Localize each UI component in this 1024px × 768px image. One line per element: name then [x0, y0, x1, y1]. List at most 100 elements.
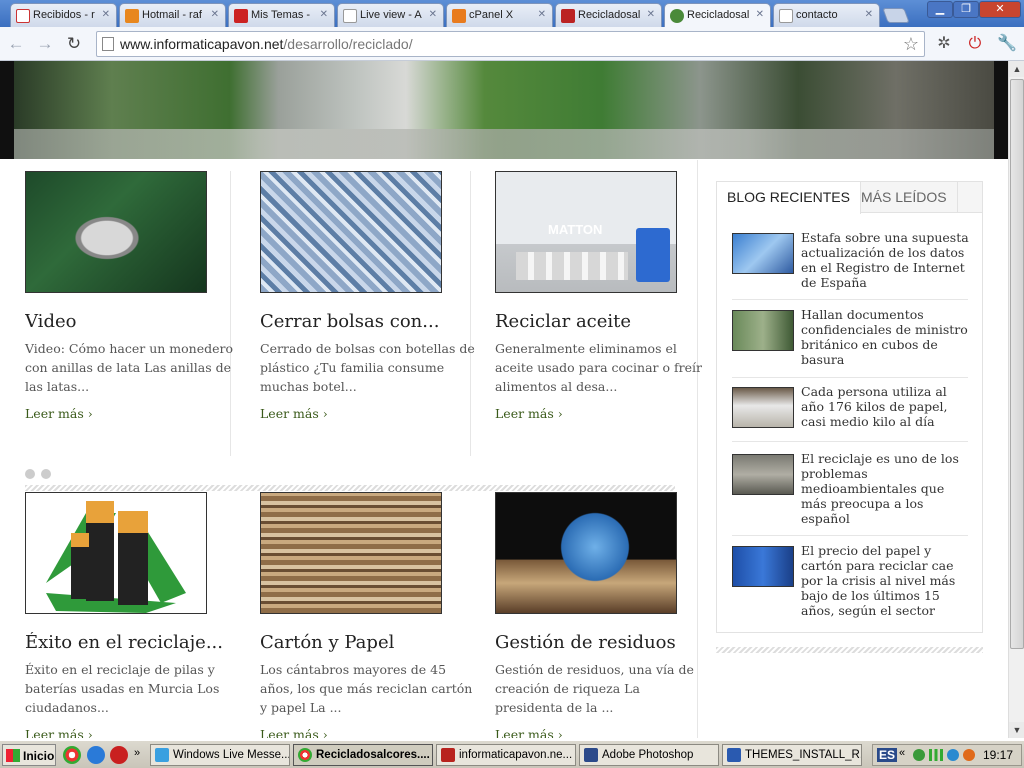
close-icon[interactable]: ✕	[756, 9, 764, 20]
carousel-dot[interactable]	[25, 469, 35, 479]
tab-hotmail[interactable]: Hotmail - raf ✕	[119, 3, 226, 27]
bookmark-star-icon[interactable]: ☆	[903, 32, 919, 56]
post-thumbnail[interactable]	[732, 454, 794, 495]
chrome-icon[interactable]	[63, 746, 81, 764]
network-icon[interactable]	[913, 749, 925, 761]
article-thumbnail[interactable]	[260, 492, 442, 614]
read-more-link[interactable]: Leer más ›	[25, 406, 93, 421]
tab-live-view[interactable]: Live view - A ✕	[337, 3, 444, 27]
post-thumbnail[interactable]	[732, 233, 794, 274]
article-title[interactable]: Cerrar bolsas con...	[260, 311, 475, 332]
tab-label: cPanel X	[469, 9, 514, 21]
article-title[interactable]: Cartón y Papel	[260, 632, 475, 653]
maximize-button[interactable]: ❐	[953, 1, 979, 18]
post-title[interactable]: El reciclaje es uno de los problemas med…	[801, 451, 971, 526]
close-icon[interactable]: ✕	[538, 9, 546, 20]
close-window-button[interactable]: ✕	[979, 1, 1021, 18]
tab-mas-leidos[interactable]: MÁS LEÍDOS	[851, 182, 958, 213]
taskbar-item[interactable]: informaticapavon.ne...	[436, 744, 576, 766]
close-icon[interactable]: ✕	[865, 9, 873, 20]
carousel-dot[interactable]	[41, 469, 51, 479]
read-more-link[interactable]: Leer más ›	[25, 727, 93, 738]
close-icon[interactable]: ✕	[647, 9, 655, 20]
taskbar-item[interactable]: Windows Live Messe...	[150, 744, 290, 766]
messenger-icon	[155, 748, 169, 762]
tab-gmail[interactable]: Recibidos - r ✕	[10, 3, 117, 27]
recent-post[interactable]: Cada persona utiliza al año 176 kilos de…	[732, 384, 968, 442]
wrench-menu-icon[interactable]: 🔧	[995, 32, 1019, 56]
article-thumbnail[interactable]	[25, 492, 207, 614]
recycle-icon	[670, 9, 684, 23]
read-more-link[interactable]: Leer más ›	[260, 727, 328, 738]
scroll-down-icon[interactable]: ▼	[1009, 722, 1024, 738]
clock[interactable]: 19:17	[983, 748, 1013, 762]
post-title[interactable]: Hallan documentos confidenciales de mini…	[801, 307, 971, 367]
ie-icon[interactable]	[87, 746, 105, 764]
new-tab-button[interactable]	[882, 8, 910, 23]
taskbar-item[interactable]: Adobe Photoshop	[579, 744, 719, 766]
url-path: /desarrollo/reciclado/	[283, 36, 413, 52]
start-button[interactable]: Inicio	[2, 744, 56, 766]
recent-post[interactable]: El precio del papel y cartón para recicl…	[732, 543, 968, 628]
back-arrow-icon[interactable]: ←	[5, 33, 27, 55]
battery-recycle-illustration	[46, 501, 186, 613]
article-title[interactable]: Éxito en el reciclaje...	[25, 632, 240, 653]
gmail-icon	[16, 9, 30, 23]
system-tray: ES « 19:17	[872, 744, 1022, 766]
article-thumbnail[interactable]	[495, 492, 677, 614]
article-thumbnail[interactable]: MATTON	[495, 171, 677, 293]
language-indicator[interactable]: ES	[877, 748, 898, 762]
minimize-button[interactable]: ▁	[927, 1, 953, 18]
tab-mis-temas[interactable]: Mis Temas - ✕	[228, 3, 335, 27]
tab-cpanel[interactable]: cPanel X ✕	[446, 3, 553, 27]
tab-reciclados-1[interactable]: Recicladosal ✕	[555, 3, 662, 27]
site-icon	[234, 9, 248, 23]
signal-icon[interactable]	[929, 749, 943, 761]
article-title[interactable]: Gestión de residuos	[495, 632, 710, 653]
image-watermark: MATTON	[548, 222, 603, 237]
taskbar-item-active[interactable]: Recicladosalcores....	[293, 744, 433, 766]
close-icon[interactable]: ✕	[211, 9, 219, 20]
article-thumbnail[interactable]	[260, 171, 442, 293]
recent-post[interactable]: El reciclaje es uno de los problemas med…	[732, 451, 968, 536]
adblock-icon[interactable]: ⏻	[963, 32, 987, 56]
post-title[interactable]: Cada persona utiliza al año 176 kilos de…	[801, 384, 971, 429]
article-title[interactable]: Reciclar aceite	[495, 311, 710, 332]
recent-post[interactable]: Estafa sobre una supuesta actualización …	[732, 230, 971, 300]
reload-icon[interactable]: ↻	[63, 33, 85, 55]
windows-logo-icon	[6, 749, 20, 762]
hotmail-icon	[125, 9, 139, 23]
post-thumbnail[interactable]	[732, 387, 794, 428]
tab-contacto[interactable]: contacto ✕	[773, 3, 880, 27]
vertical-scrollbar[interactable]: ▲ ▼	[1008, 61, 1024, 738]
close-icon[interactable]: ✕	[320, 9, 328, 20]
read-more-link[interactable]: Leer más ›	[260, 406, 328, 421]
article-thumbnail[interactable]	[25, 171, 207, 293]
messenger-tray-icon[interactable]	[947, 749, 959, 761]
article-title[interactable]: Video	[25, 311, 240, 332]
close-icon[interactable]: ✕	[429, 9, 437, 20]
overflow-chevron-icon[interactable]: »	[134, 747, 140, 759]
start-label: Inicio	[23, 749, 55, 763]
post-title[interactable]: Estafa sobre una supuesta actualización …	[801, 230, 971, 290]
forward-arrow-icon[interactable]: →	[34, 33, 56, 55]
read-more-link[interactable]: Leer más ›	[495, 727, 563, 738]
close-icon[interactable]: ✕	[102, 9, 110, 20]
expand-tray-icon[interactable]: «	[899, 747, 905, 759]
post-title[interactable]: El precio del papel y cartón para recicl…	[801, 543, 971, 618]
recent-post[interactable]: Hallan documentos confidenciales de mini…	[732, 307, 968, 378]
scrollbar-thumb[interactable]	[1010, 79, 1024, 649]
flash-icon[interactable]	[110, 746, 128, 764]
scroll-up-icon[interactable]: ▲	[1009, 61, 1024, 77]
read-more-link[interactable]: Leer más ›	[495, 406, 563, 421]
tab-label: Live view - A	[360, 9, 422, 21]
taskbar-item[interactable]: THEMES_INSTALL_R...	[722, 744, 862, 766]
address-bar[interactable]: www.informaticapavon.net/desarrollo/reci…	[96, 31, 925, 57]
avast-icon[interactable]	[963, 749, 975, 761]
page-icon	[779, 9, 793, 23]
tab-reciclados-active[interactable]: Recicladosal ✕	[664, 3, 771, 28]
tab-blog-recientes[interactable]: BLOG RECIENTES	[717, 182, 861, 214]
post-thumbnail[interactable]	[732, 310, 794, 351]
extension-bug-icon[interactable]: ✲	[932, 32, 956, 56]
post-thumbnail[interactable]	[732, 546, 794, 587]
